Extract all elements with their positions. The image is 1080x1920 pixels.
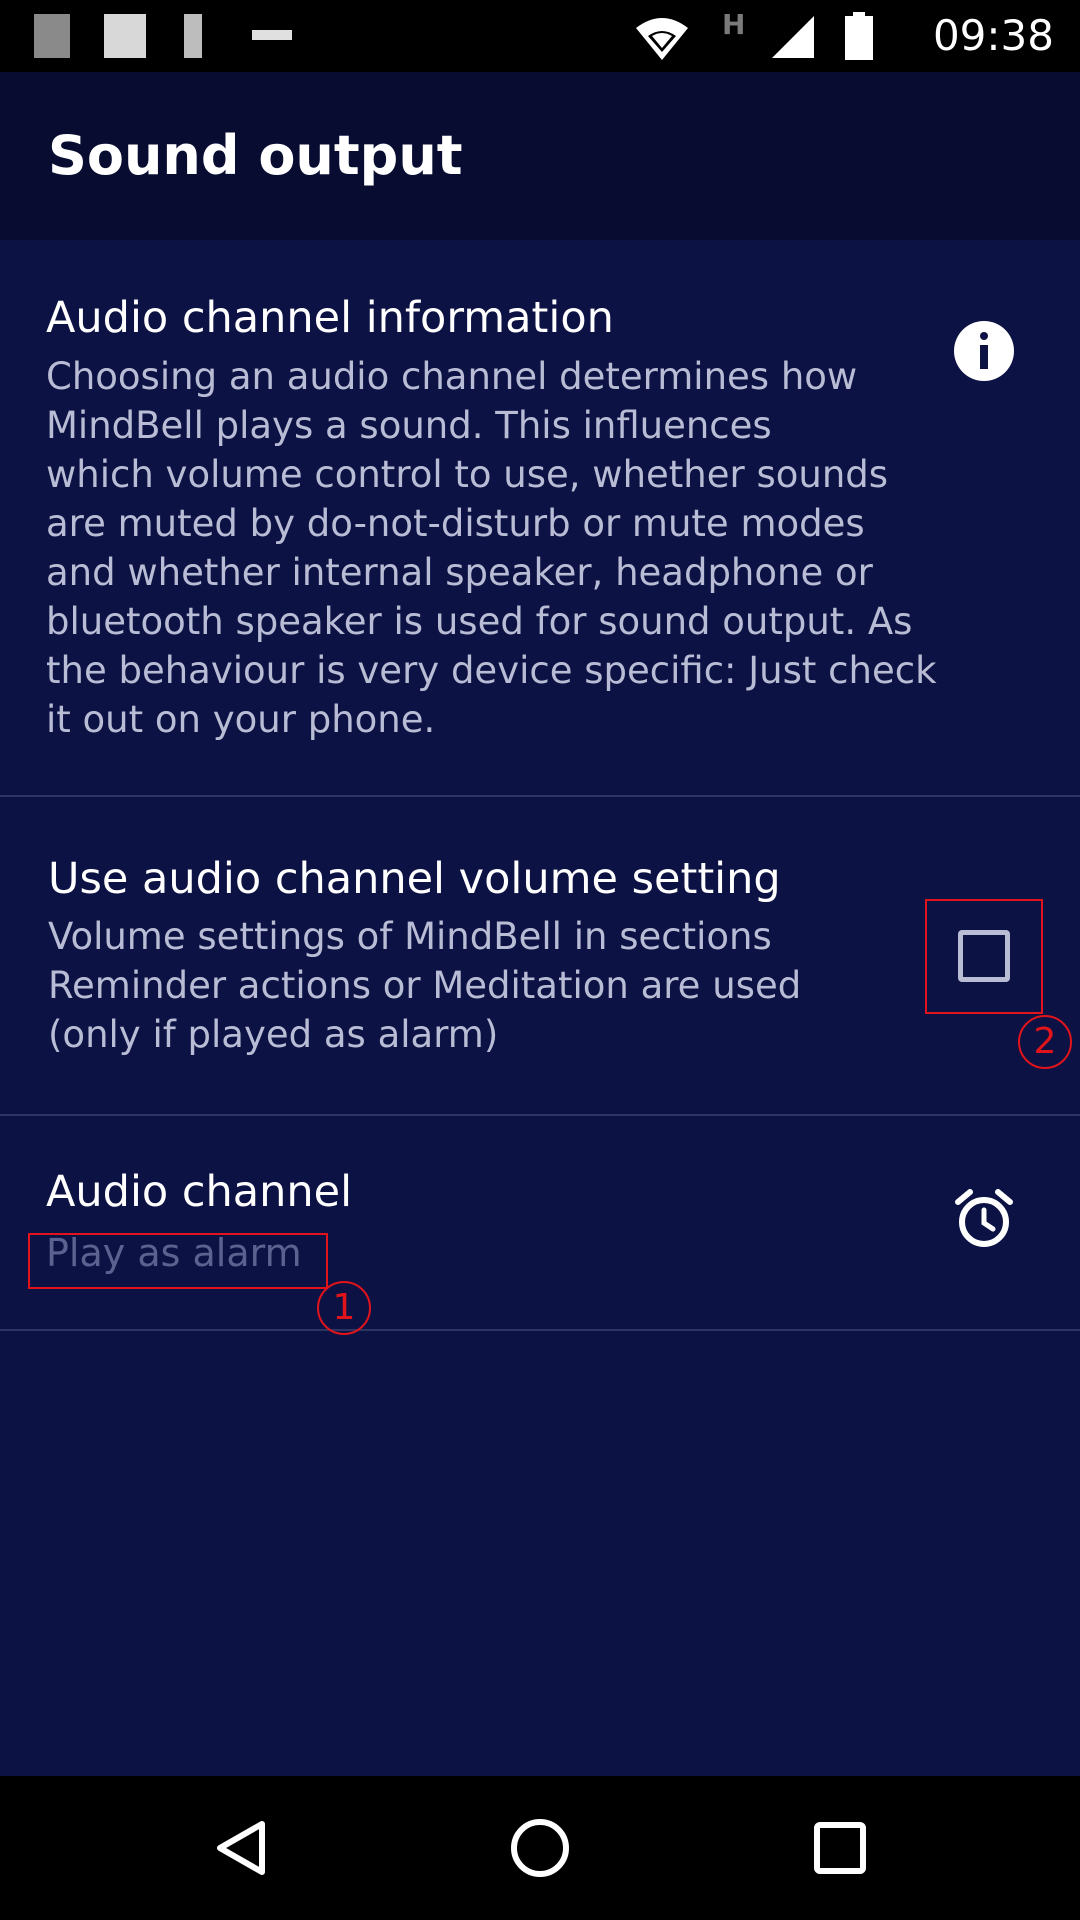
pref-title: Audio channel <box>46 1167 353 1217</box>
alarm-clock-icon[interactable] <box>952 1186 1016 1250</box>
summary-line: MindBell plays a sound. This influences <box>46 404 772 447</box>
summary-line: it out on your phone. <box>46 698 436 741</box>
status-right: H 09:38 <box>634 0 1054 72</box>
page-title: Sound output <box>48 124 463 187</box>
info-icon[interactable] <box>954 321 1014 381</box>
pref-title: Audio channel information <box>46 293 614 343</box>
annotation-box-2 <box>925 899 1043 1014</box>
summary-line: which volume control to use, whether sou… <box>46 453 889 496</box>
notification-icon <box>252 30 292 40</box>
network-type-label: H <box>722 8 746 41</box>
divider <box>0 1329 1080 1331</box>
annotation-box-1 <box>28 1233 328 1289</box>
status-clock: 09:38 <box>932 11 1054 60</box>
summary-line: (only if played as alarm) <box>48 1013 499 1056</box>
annotation-label-2: 2 <box>1018 1015 1072 1069</box>
recents-icon[interactable] <box>813 1821 867 1875</box>
pref-summary: Volume settings of MindBell in sections … <box>48 912 908 1059</box>
summary-line: bluetooth speaker is used for sound outp… <box>46 600 913 643</box>
pref-audio-channel[interactable]: Audio channel Play as alarm <box>0 1116 1080 1329</box>
notification-icon <box>104 14 146 58</box>
pref-audio-channel-information[interactable]: Audio channel information Choosing an au… <box>0 240 1080 796</box>
summary-line: the behaviour is very device specific: J… <box>46 649 937 692</box>
summary-line: Volume settings of MindBell in sections <box>48 915 772 958</box>
pref-title: Use audio channel volume setting <box>48 854 781 904</box>
notification-icon <box>34 14 70 58</box>
annotation-label-1: 1 <box>317 1281 371 1335</box>
summary-line: and whether internal speaker, headphone … <box>46 551 873 594</box>
status-bar: H 09:38 <box>0 0 1080 72</box>
wifi-icon <box>636 18 688 60</box>
preferences-list: Audio channel information Choosing an au… <box>0 240 1080 1776</box>
back-icon[interactable] <box>212 1818 272 1878</box>
navigation-bar <box>0 1776 1080 1920</box>
summary-line: Choosing an audio channel determines how <box>46 355 858 398</box>
signal-icon <box>772 16 814 58</box>
pref-summary: Choosing an audio channel determines how… <box>46 352 946 744</box>
notification-icon <box>184 14 202 58</box>
summary-line: are muted by do-not-disturb or mute mode… <box>46 502 865 545</box>
pref-use-audio-channel-volume[interactable]: Use audio channel volume setting Volume … <box>0 797 1080 1114</box>
app-bar: Sound output <box>0 72 1080 240</box>
battery-icon <box>845 12 873 60</box>
summary-line: Reminder actions or Meditation are used <box>48 964 802 1007</box>
home-icon[interactable] <box>509 1817 571 1879</box>
